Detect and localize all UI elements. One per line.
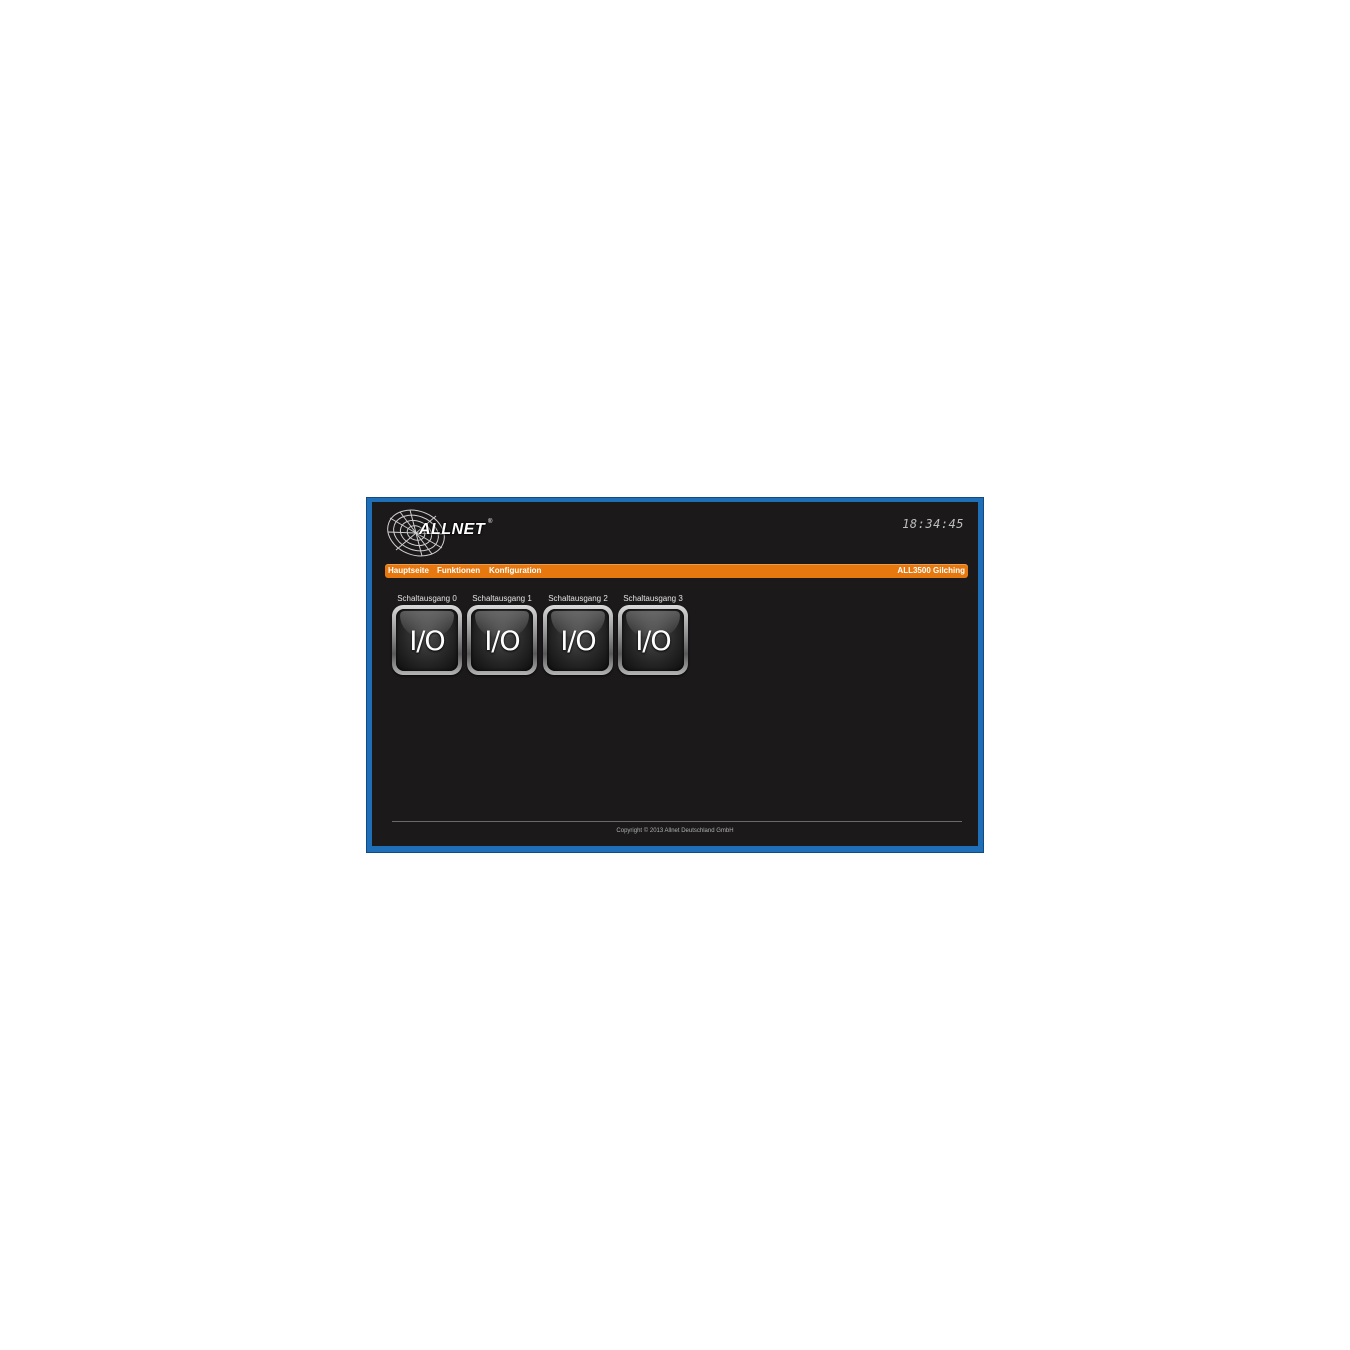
io-button-text: I/O bbox=[635, 626, 671, 657]
toggle-button-output-3[interactable]: I/O bbox=[618, 605, 688, 675]
nav-item-funktionen[interactable]: Funktionen bbox=[437, 566, 480, 575]
power-toggle-icon: I/O bbox=[396, 609, 458, 671]
switch-output-label: Schaltausgang 2 bbox=[548, 594, 608, 603]
switch-output-label: Schaltausgang 0 bbox=[397, 594, 457, 603]
device-web-interface: ALLNET ® 18:34:45 Hauptseite Funktionen … bbox=[372, 502, 978, 846]
registered-mark: ® bbox=[488, 519, 493, 525]
device-name: ALL3500 Gilching bbox=[897, 566, 965, 575]
nav-item-konfiguration[interactable]: Konfiguration bbox=[489, 566, 541, 575]
switch-output-1: Schaltausgang 1 I/O bbox=[467, 594, 537, 676]
toggle-button-output-2[interactable]: I/O bbox=[543, 605, 613, 675]
switch-output-label: Schaltausgang 3 bbox=[623, 594, 683, 603]
window-frame: ALLNET ® 18:34:45 Hauptseite Funktionen … bbox=[366, 497, 984, 853]
io-button-text: I/O bbox=[560, 626, 596, 657]
io-button-text: I/O bbox=[409, 626, 445, 657]
toggle-button-output-0[interactable]: I/O bbox=[392, 605, 462, 675]
logo-wordmark: ALLNET bbox=[419, 521, 486, 538]
power-toggle-icon: I/O bbox=[471, 609, 533, 671]
switch-output-0: Schaltausgang 0 I/O bbox=[392, 594, 462, 676]
main-nav-bar: Hauptseite Funktionen Konfiguration ALL3… bbox=[385, 564, 968, 578]
power-toggle-icon: I/O bbox=[547, 609, 609, 671]
switch-output-label: Schaltausgang 1 bbox=[472, 594, 532, 603]
footer-divider bbox=[392, 821, 962, 822]
switch-output-3: Schaltausgang 3 I/O bbox=[618, 594, 688, 676]
switch-output-2: Schaltausgang 2 I/O bbox=[543, 594, 613, 676]
io-button-text: I/O bbox=[484, 626, 520, 657]
nav-item-hauptseite[interactable]: Hauptseite bbox=[388, 566, 429, 575]
toggle-button-output-1[interactable]: I/O bbox=[467, 605, 537, 675]
power-toggle-icon: I/O bbox=[622, 609, 684, 671]
copyright-text: Copyright © 2013 Allnet Deutschland GmbH bbox=[616, 828, 734, 834]
allnet-logo: ALLNET ® bbox=[386, 508, 496, 558]
clock-display: 18:34:45 bbox=[902, 517, 964, 531]
